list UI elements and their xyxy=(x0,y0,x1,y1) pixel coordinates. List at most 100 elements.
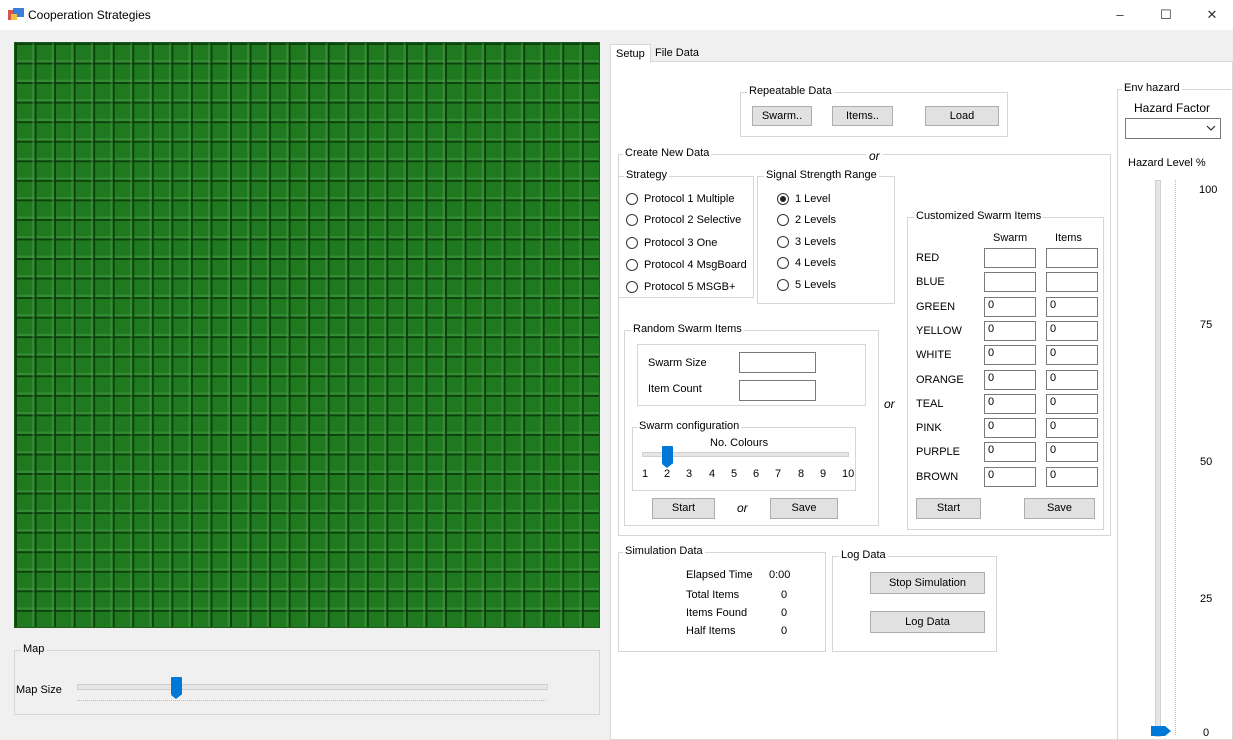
stop-simulation-button[interactable]: Stop Simulation xyxy=(870,572,985,594)
swarm-size-input[interactable] xyxy=(739,352,816,373)
row-blue-items-input[interactable] xyxy=(1046,272,1098,292)
hazard-level-slider-thumb[interactable] xyxy=(1151,726,1171,736)
swarm-load-button[interactable]: Swarm.. xyxy=(752,106,812,126)
protocol-3-radio[interactable] xyxy=(626,237,638,249)
signal-2-levels-label: 2 Levels xyxy=(795,214,836,226)
row-blue-swarm-input[interactable] xyxy=(984,272,1036,292)
row-red-swarm-input[interactable] xyxy=(984,248,1036,268)
create-new-data-label: Create New Data xyxy=(623,147,712,159)
or-separator-top: or xyxy=(866,149,883,163)
minimize-button[interactable]: – xyxy=(1097,2,1143,28)
protocol-5-radio[interactable] xyxy=(626,281,638,293)
swarm-configuration-label: Swarm configuration xyxy=(637,420,742,432)
colour-tick-7: 7 xyxy=(775,468,782,480)
hazard-scale-25: 25 xyxy=(1200,593,1213,605)
protocol-1-radio[interactable] xyxy=(626,193,638,205)
random-save-button[interactable]: Save xyxy=(770,498,838,519)
close-button[interactable]: ✕ xyxy=(1189,2,1233,28)
log-data-button[interactable]: Log Data xyxy=(870,611,985,633)
protocol-2-label: Protocol 2 Selective xyxy=(644,214,742,226)
row-white-items-input[interactable]: 0 xyxy=(1046,345,1098,365)
row-brown-swarm-input[interactable]: 0 xyxy=(984,467,1036,487)
signal-strength-label: Signal Strength Range xyxy=(764,169,879,181)
signal-3-levels-radio[interactable] xyxy=(777,236,789,248)
row-pink-swarm-input[interactable]: 0 xyxy=(984,418,1036,438)
hazard-scale-50: 50 xyxy=(1200,456,1213,468)
no-colours-label: No. Colours xyxy=(710,437,769,449)
colours-tick-labels: 1 2 3 4 5 6 7 8 9 10 xyxy=(638,468,854,482)
hazard-factor-select[interactable] xyxy=(1125,118,1221,139)
row-blue-label: BLUE xyxy=(916,276,945,288)
map-size-track[interactable] xyxy=(77,684,548,690)
signal-5-levels-radio[interactable] xyxy=(777,279,789,291)
hazard-level-track[interactable] xyxy=(1155,180,1161,737)
row-purple-swarm-input[interactable]: 0 xyxy=(984,442,1036,462)
protocol-5-label: Protocol 5 MSGB+ xyxy=(644,281,736,293)
row-orange-items-input[interactable]: 0 xyxy=(1046,370,1098,390)
items-found-label: Items Found xyxy=(686,607,748,619)
signal-2-levels-radio[interactable] xyxy=(777,214,789,226)
window-title: Cooperation Strategies xyxy=(28,8,151,22)
log-data-label: Log Data xyxy=(839,549,888,561)
customized-save-button[interactable]: Save xyxy=(1024,498,1095,519)
items-found-value: 0 xyxy=(781,607,788,619)
map-size-ticks xyxy=(77,697,546,701)
row-teal-items-input[interactable]: 0 xyxy=(1046,394,1098,414)
protocol-4-radio[interactable] xyxy=(626,259,638,271)
colour-tick-9: 9 xyxy=(820,468,827,480)
load-button[interactable]: Load xyxy=(925,106,999,126)
items-load-button[interactable]: Items.. xyxy=(832,106,893,126)
log-data-group: Log Data xyxy=(832,549,997,652)
hazard-scale-0: 0 xyxy=(1203,727,1210,739)
row-orange-label: ORANGE xyxy=(916,374,964,386)
row-teal-swarm-input[interactable]: 0 xyxy=(984,394,1036,414)
col-items-header: Items xyxy=(1055,232,1082,244)
map-grid[interactable] xyxy=(14,42,600,628)
row-orange-swarm-input[interactable]: 0 xyxy=(984,370,1036,390)
random-start-button[interactable]: Start xyxy=(652,498,715,519)
row-purple-items-input[interactable]: 0 xyxy=(1046,442,1098,462)
half-items-label: Half Items xyxy=(686,625,736,637)
row-yellow-items-input[interactable]: 0 xyxy=(1046,321,1098,341)
hazard-scale-75: 75 xyxy=(1200,319,1213,331)
hazard-factor-label: Hazard Factor xyxy=(1134,101,1211,115)
row-white-swarm-input[interactable]: 0 xyxy=(984,345,1036,365)
tab-file-data[interactable]: File Data xyxy=(650,44,704,63)
protocol-2-radio[interactable] xyxy=(626,214,638,226)
tab-setup[interactable]: Setup xyxy=(610,44,651,63)
map-group-label: Map xyxy=(21,643,47,655)
env-hazard-label: Env hazard xyxy=(1122,82,1182,94)
row-yellow-swarm-input[interactable]: 0 xyxy=(984,321,1036,341)
row-yellow-label: YELLOW xyxy=(916,325,962,337)
customized-swarm-items-label: Customized Swarm Items xyxy=(914,210,1044,222)
colour-tick-2: 2 xyxy=(664,468,671,480)
row-green-items-input[interactable]: 0 xyxy=(1046,297,1098,317)
repeatable-data-label: Repeatable Data xyxy=(747,85,834,97)
item-count-label: Item Count xyxy=(648,383,702,395)
colours-slider-thumb[interactable] xyxy=(662,446,673,468)
signal-1-level-label: 1 Level xyxy=(795,193,831,205)
colour-tick-6: 6 xyxy=(753,468,760,480)
item-count-input[interactable] xyxy=(739,380,816,401)
customized-start-button[interactable]: Start xyxy=(916,498,981,519)
row-white-label: WHITE xyxy=(916,349,952,361)
signal-5-levels-label: 5 Levels xyxy=(795,279,836,291)
map-group: Map xyxy=(14,643,600,715)
app-icon xyxy=(8,8,24,22)
row-green-swarm-input[interactable]: 0 xyxy=(984,297,1036,317)
colours-slider-track[interactable] xyxy=(642,452,849,457)
maximize-button[interactable]: ☐ xyxy=(1143,2,1189,28)
signal-4-levels-radio[interactable] xyxy=(777,257,789,269)
row-brown-items-input[interactable]: 0 xyxy=(1046,467,1098,487)
map-size-slider-thumb[interactable] xyxy=(171,677,182,699)
hazard-scale-100: 100 xyxy=(1199,184,1218,196)
colour-tick-4: 4 xyxy=(709,468,716,480)
signal-1-level-radio[interactable] xyxy=(777,193,789,205)
row-green-label: GREEN xyxy=(916,301,956,313)
strategy-label: Strategy xyxy=(624,169,669,181)
row-pink-items-input[interactable]: 0 xyxy=(1046,418,1098,438)
row-brown-label: BROWN xyxy=(916,471,959,483)
chevron-down-icon xyxy=(1206,125,1216,131)
row-red-items-input[interactable] xyxy=(1046,248,1098,268)
title-bar: Cooperation Strategies – ☐ ✕ xyxy=(0,0,1233,30)
